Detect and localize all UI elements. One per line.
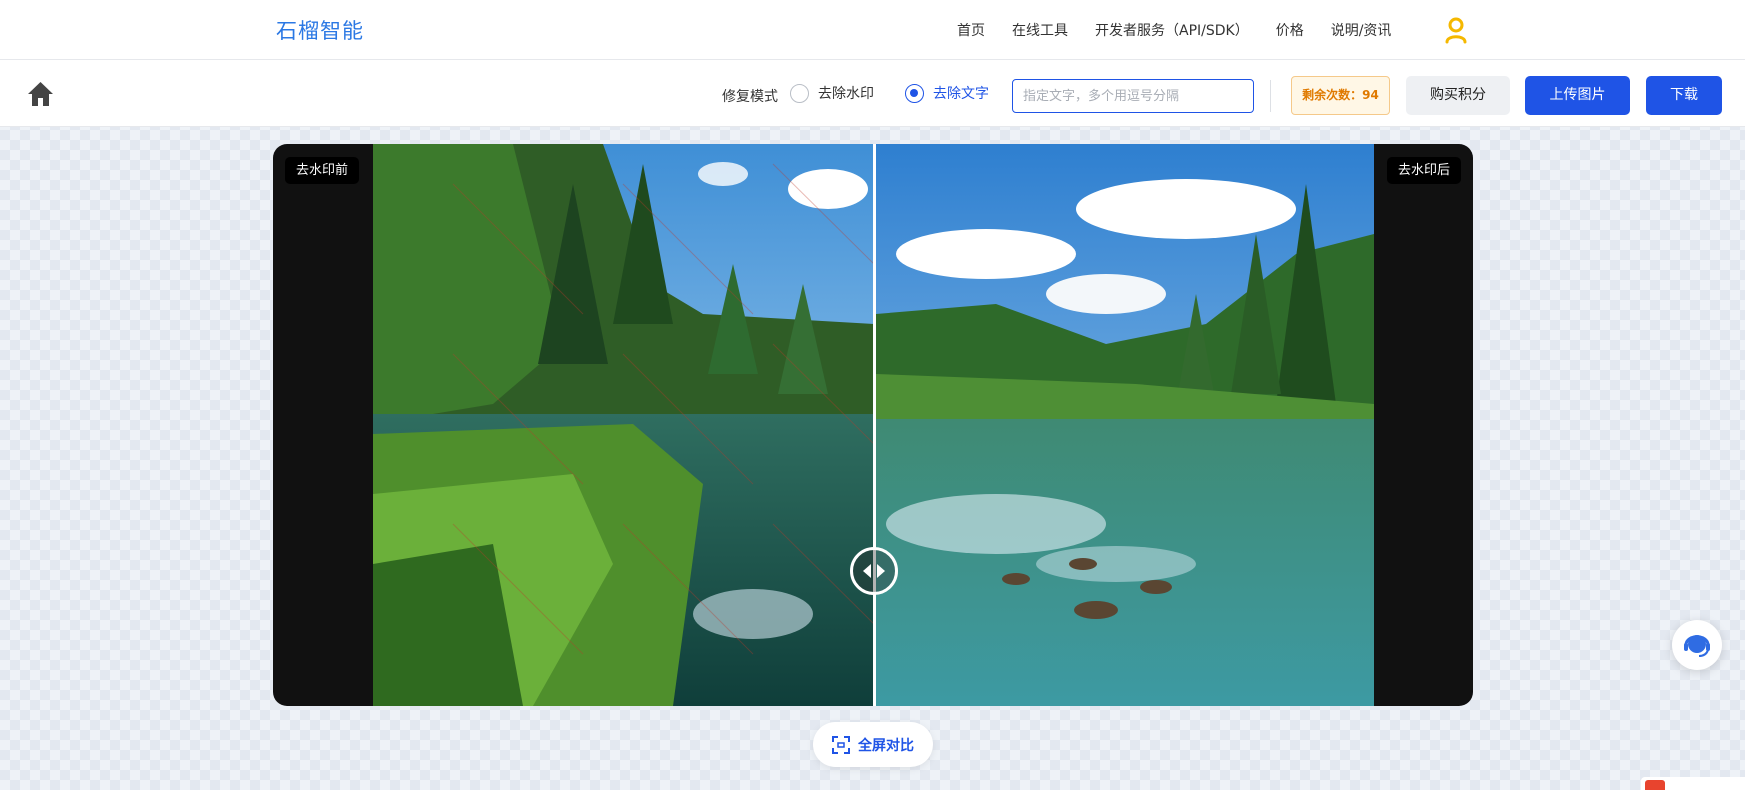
nav-item-docs[interactable]: 说明/资讯 <box>1331 20 1392 40</box>
after-label: 去水印后 <box>1386 157 1461 184</box>
user-icon[interactable] <box>1444 16 1468 44</box>
compare-divider[interactable] <box>873 144 876 706</box>
fullscreen-compare-button[interactable]: 全屏对比 <box>813 722 933 767</box>
buy-credits-button[interactable]: 购买积分 <box>1406 76 1510 115</box>
corner-widget[interactable] <box>1641 777 1745 790</box>
widget-icon <box>1645 780 1665 790</box>
nav-links: 首页 在线工具 开发者服务（API/SDK） 价格 说明/资讯 <box>957 20 1418 40</box>
radio-circle <box>790 83 809 103</box>
mode-remove-watermark-label: 去除水印 <box>818 86 874 102</box>
nav-item-developer[interactable]: 开发者服务（API/SDK） <box>1095 20 1249 40</box>
before-label: 去水印前 <box>285 157 360 184</box>
repair-mode-label: 修复模式 <box>722 89 778 105</box>
top-nav: 石榴智能 首页 在线工具 开发者服务（API/SDK） 价格 说明/资讯 <box>0 0 1745 60</box>
nav-item-pricing[interactable]: 价格 <box>1276 20 1304 40</box>
brand-logo[interactable]: 石榴智能 <box>276 15 364 45</box>
home-icon[interactable] <box>27 81 54 107</box>
customer-service-button[interactable] <box>1672 620 1722 670</box>
download-button[interactable]: 下载 <box>1646 76 1722 115</box>
mode-remove-text-label: 去除文字 <box>933 86 989 102</box>
upload-image-button[interactable]: 上传图片 <box>1525 76 1630 115</box>
compare-handle-icon[interactable] <box>850 547 898 595</box>
customer-service-icon <box>1684 635 1710 657</box>
nav-item-home[interactable]: 首页 <box>957 20 985 40</box>
compare-viewer[interactable]: 去水印前 去水印后 <box>273 144 1473 706</box>
specify-text-input[interactable] <box>1012 79 1254 113</box>
after-image <box>876 144 1374 706</box>
fullscreen-icon <box>832 735 850 754</box>
before-image <box>373 144 874 706</box>
remaining-credits-badge: 剩余次数：94 <box>1291 76 1390 115</box>
toolbar: 修复模式 去除水印 去除文字 剩余次数：94 购买积分 上传图片 下载 <box>0 60 1745 127</box>
nav-item-tools[interactable]: 在线工具 <box>1012 20 1068 40</box>
fullscreen-compare-label: 全屏对比 <box>858 737 914 754</box>
radio-circle <box>905 83 924 103</box>
toolbar-divider <box>1270 80 1271 112</box>
mode-remove-text-radio[interactable]: 去除文字 <box>905 83 989 103</box>
mode-remove-watermark-radio[interactable]: 去除水印 <box>790 83 874 103</box>
